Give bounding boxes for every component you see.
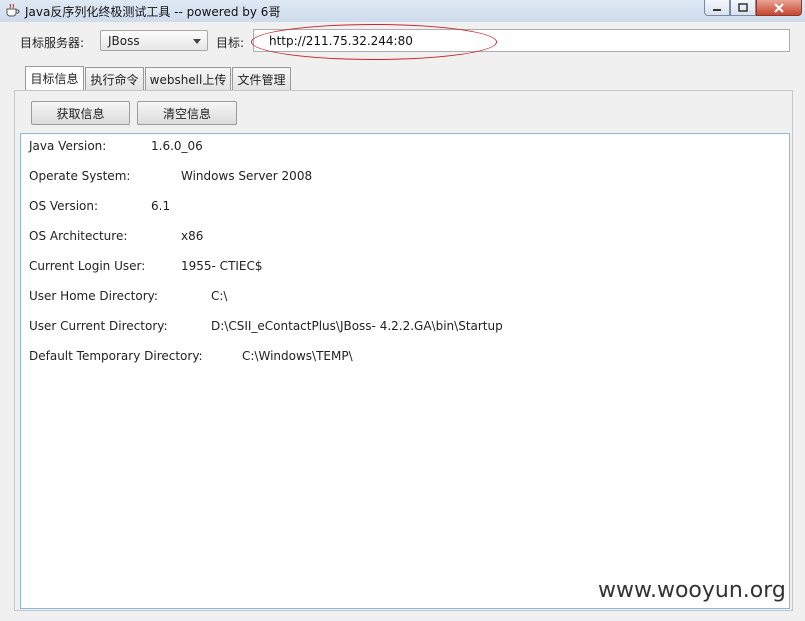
output-key: Default Temporary Directory:: [29, 349, 203, 363]
target-label: 目标:: [216, 36, 245, 50]
output-value: D:\CSII_eContactPlus\JBoss- 4.2.2.GA\bin…: [211, 319, 503, 333]
output-value: x86: [181, 229, 204, 243]
tab-label: 执行命令: [90, 72, 139, 87]
maximize-button[interactable]: [730, 0, 756, 16]
tab-label: 文件管理: [237, 72, 286, 87]
server-select-value: JBoss: [108, 34, 140, 48]
maximize-icon: [738, 3, 748, 12]
server-select[interactable]: JBoss: [100, 30, 208, 51]
tab-file-manager[interactable]: 文件管理: [232, 67, 291, 90]
title-bar[interactable]: Java反序列化终极测试工具 -- powered by 6哥: [0, 0, 805, 22]
tab-label: webshell上传: [149, 72, 227, 87]
output-value: C:\Windows\TEMP\: [242, 349, 353, 363]
output-key: OS Version:: [29, 199, 99, 213]
tab-label: 目标信息: [30, 72, 79, 86]
clear-info-button[interactable]: 清空信息: [137, 101, 237, 125]
server-label: 目标服务器:: [20, 36, 85, 50]
output-key: User Home Directory:: [29, 289, 158, 303]
chevron-down-icon: [193, 39, 201, 44]
tab-webshell-upload[interactable]: webshell上传: [145, 67, 231, 90]
output-key: Current Login User:: [29, 259, 146, 273]
annotation-ellipse: [251, 24, 497, 60]
output-value: 1955- CTIEC$: [181, 259, 263, 273]
output-key: User Current Directory:: [29, 319, 168, 333]
tab-execute-command[interactable]: 执行命令: [85, 67, 144, 90]
tab-target-info[interactable]: 目标信息: [25, 66, 84, 90]
minimize-icon: [713, 8, 721, 11]
output-value: 6.1: [151, 199, 171, 213]
watermark: www.wooyun.org: [598, 578, 786, 603]
minimize-button[interactable]: [704, 0, 730, 16]
close-button[interactable]: [756, 0, 802, 16]
java-cup-icon: [6, 3, 20, 17]
output-key: Java Version:: [29, 139, 107, 153]
get-info-button[interactable]: 获取信息: [31, 101, 130, 125]
window-title: Java反序列化终极测试工具 -- powered by 6哥: [25, 5, 281, 19]
close-icon: [774, 2, 784, 13]
output-value: Windows Server 2008: [181, 169, 313, 183]
output-key: OS Architecture:: [29, 229, 128, 243]
output-value: C:\: [211, 289, 228, 303]
output-value: 1.6.0_06: [151, 139, 203, 153]
output-textarea[interactable]: Java Version: 1.6.0_06 Operate System: W…: [20, 133, 790, 609]
output-key: Operate System:: [29, 169, 131, 183]
